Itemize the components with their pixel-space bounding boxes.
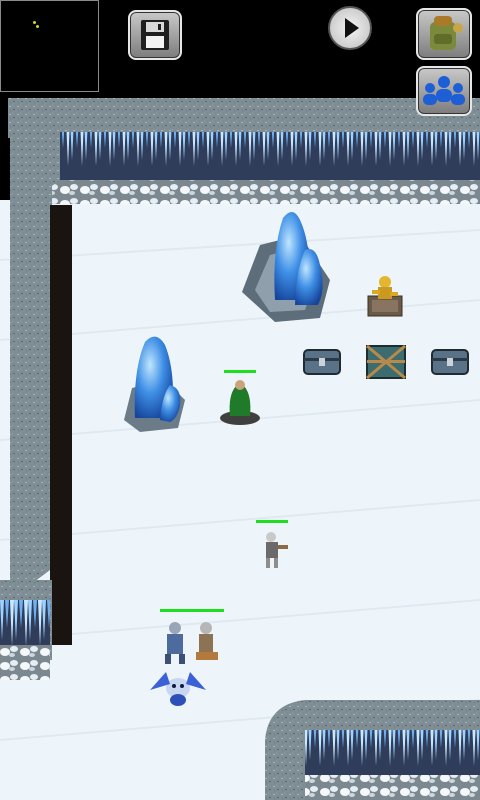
party-members-icon: [423, 76, 465, 105]
minimap[interactable]: [0, 0, 99, 92]
floppy-disk-icon: [141, 20, 169, 50]
game-map[interactable]: [0, 0, 480, 800]
backpack-icon: [430, 16, 463, 50]
treasure-chest-right[interactable]: [431, 349, 469, 375]
minimap-marker: [33, 21, 36, 24]
play-button[interactable]: [328, 6, 372, 50]
health-bar: [256, 520, 288, 523]
north-ice-wall: [8, 98, 480, 204]
play-icon: [345, 18, 359, 38]
treasure-chest-left[interactable]: [303, 349, 341, 375]
wooden-crate[interactable]: [366, 344, 406, 380]
health-bar: [224, 370, 256, 373]
save-button[interactable]: [128, 10, 182, 60]
inventory-button[interactable]: [416, 8, 472, 60]
health-bar: [160, 609, 224, 612]
minimap-marker: [36, 25, 39, 28]
party-button[interactable]: [416, 66, 472, 116]
southeast-ice-wall: [265, 700, 480, 800]
